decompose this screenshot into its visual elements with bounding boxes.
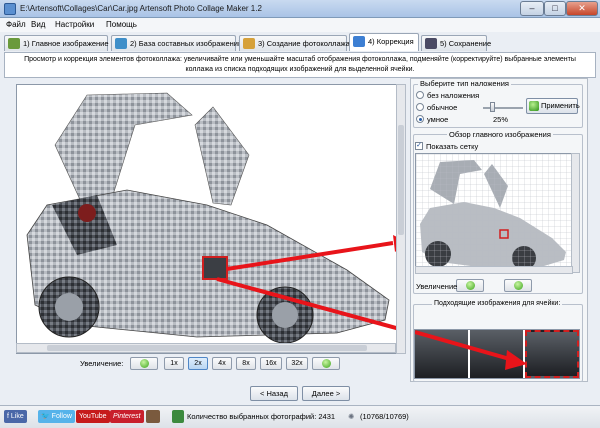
- zoom-2x-button[interactable]: 2x: [188, 357, 208, 370]
- tab-main-image[interactable]: 1) Главное изображение: [4, 35, 109, 51]
- instruction-line-1: Просмотр и коррекция элементов фотоколла…: [24, 56, 576, 63]
- menu-help[interactable]: Помощь: [106, 20, 137, 29]
- plus-icon: [321, 359, 331, 368]
- selected-cell[interactable]: [202, 256, 228, 280]
- tab-correction[interactable]: 4) Коррекция: [349, 33, 419, 51]
- show-grid-label: Показать сетку: [426, 142, 479, 151]
- selected-photos-count: Количество выбранных фотографий: 2431: [187, 412, 336, 421]
- tab-image-database[interactable]: 2) База составных изображений: [111, 35, 242, 51]
- scroll-thumb[interactable]: [398, 125, 404, 235]
- apply-button[interactable]: Применить: [526, 98, 580, 114]
- app-icon: [4, 3, 16, 15]
- menu-view[interactable]: Вид: [31, 20, 45, 29]
- image-icon: [8, 38, 20, 49]
- plus-icon: [513, 281, 523, 290]
- zoom-32x-button[interactable]: 32x: [286, 357, 308, 370]
- zoom-1x-button[interactable]: 1x: [164, 357, 184, 370]
- cube-icon: [353, 36, 365, 47]
- minus-icon: [139, 359, 149, 368]
- zoom-4x-button[interactable]: 4x: [212, 357, 232, 370]
- progress-count: (10768/10769): [360, 412, 409, 421]
- check-icon: [529, 101, 539, 111]
- overlay-title: Выберите тип наложения: [418, 79, 511, 88]
- menu-bar: Файл Вид Настройки Помощь: [0, 18, 600, 32]
- preview-horizontal-scrollbar[interactable]: [16, 343, 396, 353]
- overview-image[interactable]: [415, 153, 573, 273]
- wizard-tabs: 1) Главное изображение 2) База составных…: [0, 33, 600, 51]
- minus-icon: [465, 281, 475, 290]
- zoom-8x-button[interactable]: 8x: [236, 357, 256, 370]
- tab-create-collage[interactable]: 3) Создание фотоколлажа: [239, 35, 350, 51]
- overview-vertical-scrollbar[interactable]: [571, 153, 580, 273]
- overlay-percent: 25%: [493, 115, 509, 124]
- scroll-thumb[interactable]: [47, 345, 367, 351]
- overlay-smart-label: умное: [427, 115, 449, 124]
- instruction-line-2: коллажа из списка подходящих изображений…: [185, 66, 415, 73]
- overlay-slider[interactable]: [483, 107, 523, 109]
- overlay-none-radio[interactable]: [416, 91, 424, 99]
- close-button[interactable]: ✕: [566, 1, 598, 16]
- facebook-like-button[interactable]: f Like: [4, 410, 27, 423]
- menu-file[interactable]: Файл: [6, 20, 26, 29]
- maximize-button[interactable]: □: [544, 1, 566, 16]
- overlay-smart-radio[interactable]: [416, 115, 424, 123]
- show-grid-checkbox[interactable]: ✓: [415, 142, 423, 150]
- zoom-in-button[interactable]: [312, 357, 340, 370]
- window-title: E:\Artensoft\Collages\Car\Car.jpg Artens…: [20, 4, 262, 13]
- pinterest-button[interactable]: Pinterest: [110, 410, 144, 423]
- zoom-16x-button[interactable]: 16x: [260, 357, 282, 370]
- overview-zoom-label: Увеличение: [416, 282, 458, 291]
- back-button[interactable]: < Назад: [250, 386, 298, 401]
- overview-zoom-in-button[interactable]: [504, 279, 532, 292]
- collage-image: [26, 92, 405, 344]
- overview-canvas: [416, 154, 572, 272]
- overlay-none-label: без наложения: [427, 91, 480, 100]
- title-bar: E:\Artensoft\Collages\Car\Car.jpg Artens…: [0, 0, 600, 18]
- download-icon: [115, 38, 127, 49]
- menu-settings[interactable]: Настройки: [55, 20, 94, 29]
- overlay-slider-thumb[interactable]: [490, 102, 495, 112]
- magic-wand-icon: [243, 38, 255, 49]
- photos-icon: [172, 410, 184, 423]
- status-bar: f Like 🐦 Follow YouTube Pinterest Количе…: [0, 405, 600, 428]
- cells-arrow: [415, 330, 527, 370]
- twitter-icon: 🐦: [41, 413, 52, 420]
- overview-zoom-out-button[interactable]: [456, 279, 484, 292]
- cells-title: Подходящие изображения для ячейки:: [432, 300, 563, 307]
- instruction-panel: Просмотр и коррекция элементов фотоколла…: [4, 52, 596, 78]
- preview-vertical-scrollbar[interactable]: [396, 84, 406, 354]
- overview-horizontal-scrollbar[interactable]: [415, 266, 573, 274]
- youtube-button[interactable]: YouTube: [76, 410, 110, 423]
- overlay-normal-radio[interactable]: [416, 103, 424, 111]
- spinner-icon: ✺: [348, 412, 355, 421]
- save-icon: [425, 38, 437, 49]
- twitter-follow-button[interactable]: 🐦 Follow: [38, 410, 75, 423]
- minimize-button[interactable]: –: [520, 1, 544, 16]
- app-window: E:\Artensoft\Collages\Car\Car.jpg Artens…: [0, 0, 600, 428]
- collage-preview[interactable]: [16, 84, 406, 354]
- tab-save[interactable]: 5) Сохранение: [421, 35, 491, 51]
- overlay-normal-label: обычное: [427, 103, 458, 112]
- overview-title: Обзор главного изображения: [447, 130, 553, 139]
- matching-images-list[interactable]: [414, 329, 580, 379]
- zoom-out-button[interactable]: [130, 357, 158, 370]
- instagram-icon[interactable]: [146, 410, 160, 423]
- zoom-label: Увеличение:: [80, 359, 124, 368]
- next-button[interactable]: Далее >: [302, 386, 350, 401]
